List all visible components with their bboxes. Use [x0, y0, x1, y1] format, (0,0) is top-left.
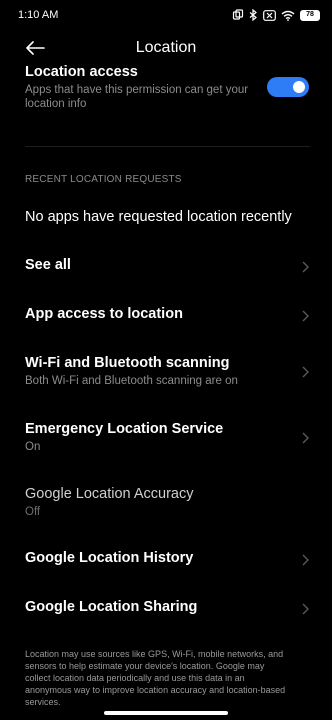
google-location-sharing-title: Google Location Sharing [25, 599, 198, 615]
location-footer-text: Location may use sources like GPS, Wi-Fi… [25, 649, 286, 707]
location-access-subtitle: Apps that have this permission can get y… [25, 84, 249, 110]
bluetooth-icon [249, 9, 257, 21]
chevron-right-icon [302, 603, 309, 615]
wifi-bluetooth-scanning-item[interactable]: Wi-Fi and Bluetooth scanning Both Wi-Fi … [25, 355, 310, 391]
chevron-right-icon [302, 310, 309, 322]
battery-icon: 78 [300, 9, 320, 21]
emergency-location-subtitle: On [25, 441, 41, 453]
wifi-icon [281, 10, 295, 21]
gesture-nav-bar[interactable] [104, 711, 228, 715]
status-time: 1:10 AM [18, 9, 59, 21]
page-title: Location [135, 39, 197, 56]
recent-requests-header: RECENT LOCATION REQUESTS [25, 174, 182, 185]
chevron-right-icon [302, 554, 309, 566]
see-all-item[interactable]: See all [25, 257, 310, 277]
wifi-bluetooth-subtitle: Both Wi-Fi and Bluetooth scanning are on [25, 375, 238, 387]
status-bar: 1:10 AM 78 [0, 0, 332, 30]
google-location-history-title: Google Location History [25, 550, 194, 566]
location-access-title: Location access [25, 64, 138, 80]
google-location-accuracy-subtitle: Off [25, 506, 41, 518]
location-access-toggle[interactable] [267, 77, 309, 97]
screen-record-icon [232, 9, 244, 20]
chevron-right-icon [302, 366, 309, 378]
see-all-title: See all [25, 257, 71, 273]
app-access-title: App access to location [25, 306, 183, 322]
google-location-history-item[interactable]: Google Location History [25, 550, 310, 570]
chevron-right-icon [302, 432, 309, 444]
status-icons: 78 [232, 9, 320, 21]
app-header: Location [0, 30, 332, 66]
no-recent-requests: No apps have requested location recently [25, 209, 292, 225]
location-access-row[interactable]: Location access Apps that have this perm… [25, 64, 252, 111]
wifi-bluetooth-title: Wi-Fi and Bluetooth scanning [25, 355, 230, 371]
emergency-location-title: Emergency Location Service [25, 421, 224, 437]
app-access-item[interactable]: App access to location [25, 306, 310, 326]
chevron-right-icon [302, 261, 309, 273]
close-box-icon [263, 9, 276, 21]
google-location-sharing-item[interactable]: Google Location Sharing [25, 599, 310, 619]
google-location-accuracy-title: Google Location Accuracy [25, 486, 194, 502]
divider [25, 146, 310, 147]
emergency-location-item[interactable]: Emergency Location Service On [25, 421, 310, 457]
google-location-accuracy-item[interactable]: Google Location Accuracy Off [25, 486, 310, 522]
toggle-knob [293, 81, 305, 93]
